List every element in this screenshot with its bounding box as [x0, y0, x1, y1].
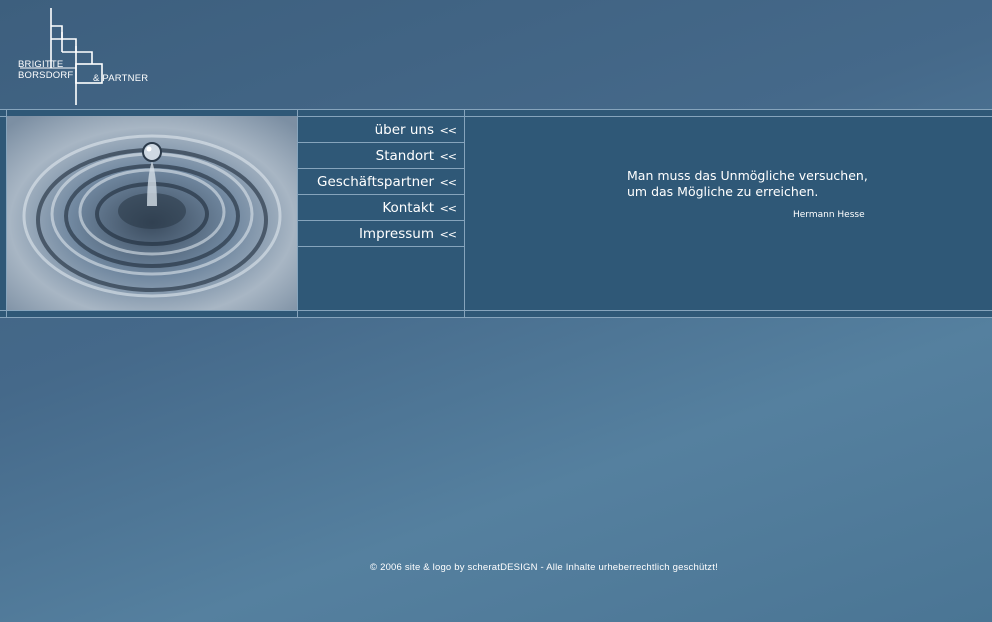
- nav-item-kontakt[interactable]: Kontakt <<: [298, 195, 464, 221]
- quote-line-1: Man muss das Unmögliche versuchen,: [627, 168, 868, 183]
- nav-item-impressum[interactable]: Impressum <<: [298, 221, 464, 247]
- band-inner-bottom-line: [0, 310, 992, 311]
- band-divider-2: [464, 109, 465, 318]
- water-drop-illustration: [7, 116, 297, 310]
- nav-item-label: Impressum: [358, 226, 434, 242]
- nav-arrow-icon: <<: [439, 150, 457, 163]
- quote-text: Man muss das Unmögliche versuchen, um da…: [627, 168, 868, 200]
- nav-arrow-icon: <<: [439, 228, 457, 241]
- nav-item-geschaeftspartner[interactable]: Geschäftspartner <<: [298, 169, 464, 195]
- nav-item-label: über uns: [374, 122, 434, 138]
- band-bottom-line: [0, 317, 992, 318]
- nav-arrow-icon: <<: [439, 124, 457, 137]
- nav-item-standort[interactable]: Standort <<: [298, 143, 464, 169]
- logo-mark-icon: [20, 8, 103, 105]
- water-drop-photo: [7, 116, 297, 310]
- company-logo: BRIGITTE BORSDORF & PARTNER: [14, 6, 164, 108]
- nav-item-ueber-uns[interactable]: über uns <<: [298, 117, 464, 143]
- nav-arrow-icon: <<: [439, 176, 457, 189]
- main-navigation: über uns << Standort << Geschäftspartner <<…: [298, 117, 464, 247]
- logo-line-1: BRIGITTE: [18, 59, 64, 70]
- nav-item-label: Kontakt: [382, 200, 434, 216]
- nav-arrow-icon: <<: [439, 202, 457, 215]
- quote-line-2: um das Mögliche zu erreichen.: [627, 184, 819, 199]
- logo-line-3: & PARTNER: [93, 73, 149, 84]
- logo-line-2: BORSDORF: [18, 70, 74, 81]
- quote-author: Hermann Hesse: [793, 210, 865, 220]
- nav-item-label: Standort: [375, 148, 434, 164]
- nav-item-label: Geschäftspartner: [317, 174, 434, 190]
- footer-copyright: © 2006 site & logo by scheratDESIGN - Al…: [370, 562, 718, 573]
- band-top-line: [0, 109, 992, 110]
